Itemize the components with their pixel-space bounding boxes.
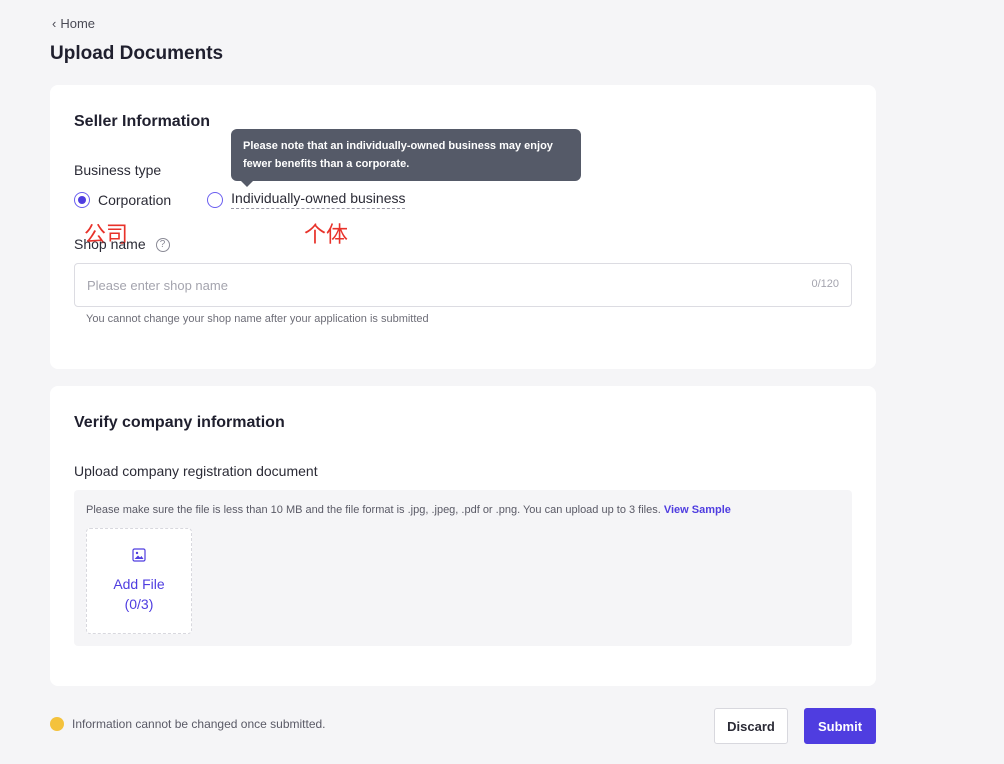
warning-icon [50, 717, 64, 731]
radio-individual[interactable] [207, 191, 224, 208]
breadcrumb-home[interactable]: Home [60, 16, 95, 31]
radio-option-individual[interactable]: Individually-owned business [207, 190, 406, 209]
verify-company-card: Verify company information Upload compan… [50, 386, 876, 686]
chevron-left-icon: ‹ [52, 16, 57, 31]
view-sample-link[interactable]: View Sample [664, 504, 731, 516]
upload-note: Please make sure the file is less than 1… [86, 504, 731, 516]
page-title: Upload Documents [50, 43, 224, 64]
shop-name-field[interactable]: 0/120 [74, 263, 852, 307]
shop-name-input[interactable] [75, 264, 851, 306]
radio-individual-label: Individually-owned business [231, 190, 406, 209]
business-type-label: Business type [74, 162, 162, 178]
shop-name-label: Shop name [74, 236, 146, 252]
shop-name-hint: You cannot change your shop name after y… [86, 313, 429, 325]
add-file-label: Add File [113, 576, 165, 592]
business-type-radio-group: Corporation Individually-owned business [74, 190, 406, 209]
breadcrumb[interactable]: ‹ Home [52, 16, 95, 31]
submit-button[interactable]: Submit [804, 708, 876, 744]
verify-company-title: Verify company information [74, 414, 285, 431]
image-icon [132, 548, 146, 562]
footer-note-text: Information cannot be changed once submi… [72, 717, 326, 731]
radio-option-corporation[interactable]: Corporation [74, 191, 172, 208]
upload-documents-page: ‹ Home Upload Documents Seller Informati… [0, 0, 1004, 764]
shop-name-counter: 0/120 [811, 278, 839, 290]
seller-information-title: Seller Information [74, 113, 211, 130]
annotation-individual: 个体 [304, 223, 349, 248]
upload-registration-label: Upload company registration document [74, 463, 318, 479]
radio-corporation[interactable] [74, 191, 90, 208]
shop-name-label-row: Shop name ? [74, 236, 170, 253]
discard-button[interactable]: Discard [714, 708, 788, 744]
seller-information-card: Seller Information Business type Please … [50, 85, 876, 369]
add-file-button[interactable]: Add File (0/3) [86, 528, 192, 634]
upload-area: Please make sure the file is less than 1… [74, 490, 852, 646]
add-file-count: (0/3) [124, 596, 154, 612]
upload-note-text: Please make sure the file is less than 1… [86, 504, 661, 516]
business-type-tooltip: Please note that an individually-owned b… [231, 129, 581, 187]
help-icon[interactable]: ? [155, 238, 170, 253]
radio-corporation-label: Corporation [98, 191, 172, 208]
footer-note: Information cannot be changed once submi… [50, 717, 326, 731]
